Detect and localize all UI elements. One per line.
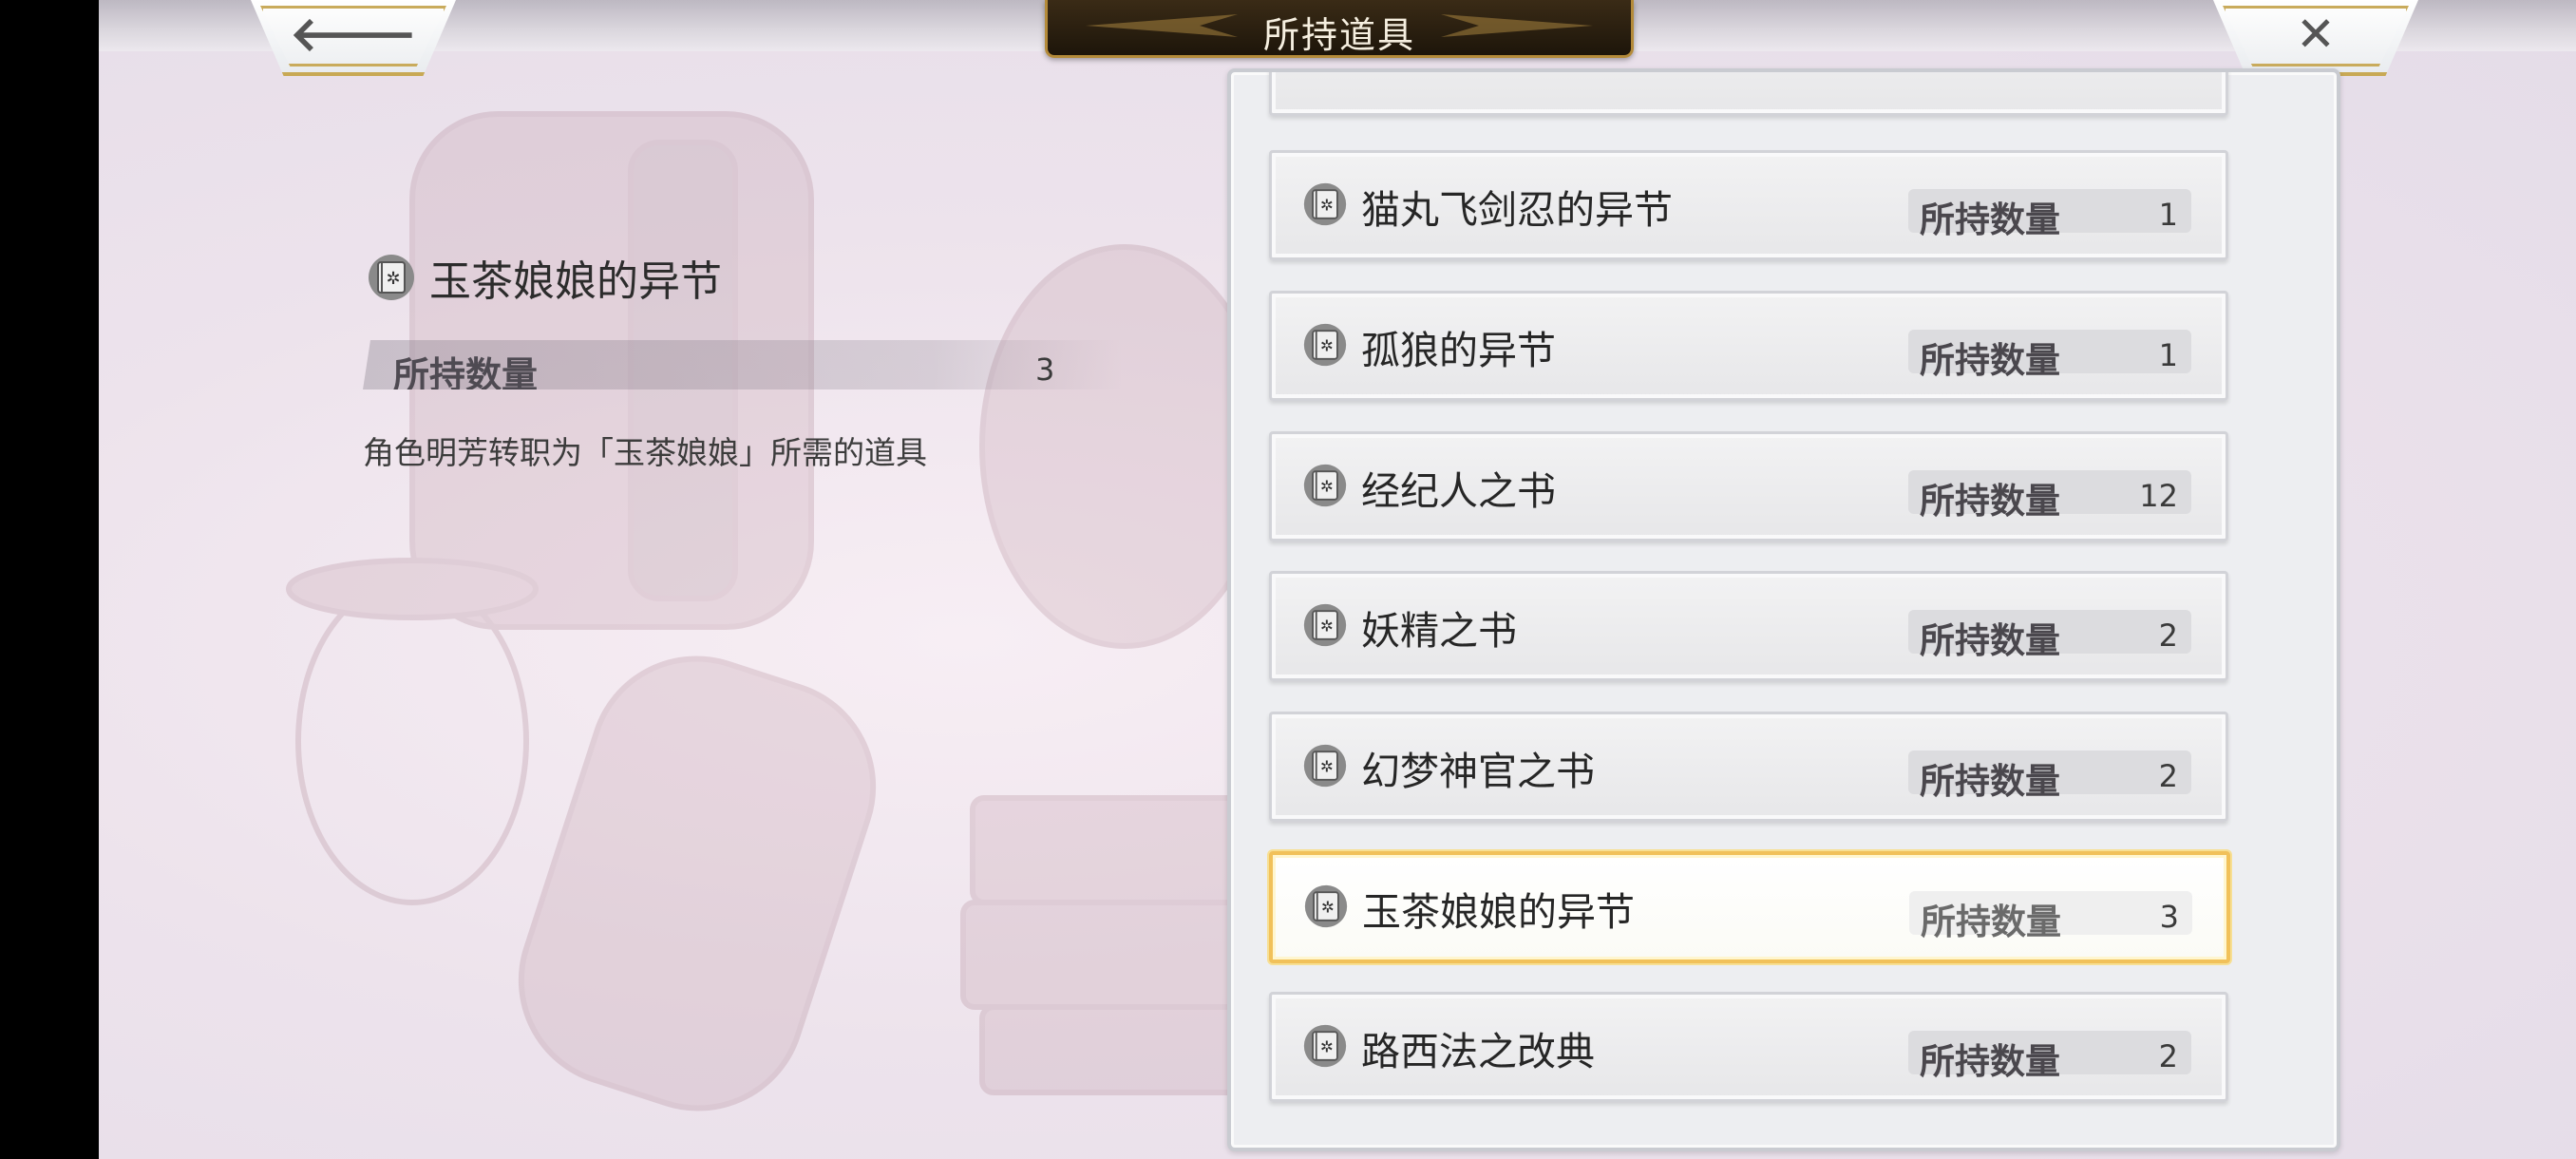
item-name: 妖精之书	[1361, 608, 1517, 654]
back-button[interactable]: 🡐	[251, 0, 456, 76]
list-item[interactable]: ✲ 猫丸飞剑忍的异节 所持数量 1	[1269, 150, 2228, 260]
close-x-icon: ✕	[2296, 7, 2336, 62]
title-plate: 所持道具	[1045, 0, 1634, 58]
list-item-selected[interactable]: ✲ 玉茶娘娘的异节 所持数量 3	[1269, 851, 2230, 963]
quantity-label: 所持数量	[1920, 761, 2060, 802]
book-icon: ✲	[367, 253, 416, 306]
detail-title: 玉茶娘娘的异节	[429, 257, 722, 306]
quantity-value: 3	[2159, 899, 2179, 935]
svg-text:✲: ✲	[1320, 757, 1334, 775]
svg-text:✲: ✲	[1320, 1037, 1334, 1055]
detail-description: 角色明芳转职为「玉茶娘娘」所需的道具	[363, 434, 927, 471]
item-name: 路西法之改典	[1361, 1029, 1595, 1074]
svg-text:✲: ✲	[1320, 477, 1334, 495]
quantity-box: 所持数量 1	[1908, 330, 2191, 381]
item-list-panel[interactable]: ✲ 猫丸飞剑忍的异节 所持数量 1 ✲ 孤狼的异节 所持数量 1 ✲ 经纪人之书	[1227, 68, 2340, 1151]
book-icon: ✲	[1302, 322, 1348, 371]
list-item[interactable]: ✲ 幻梦神官之书 所持数量 2	[1269, 712, 2228, 822]
book-icon: ✲	[1302, 602, 1348, 652]
detail-quantity-value: 3	[1035, 352, 1055, 388]
list-item[interactable]: ✲ 路西法之改典 所持数量 2	[1269, 992, 2228, 1102]
quantity-box: 所持数量 3	[1909, 891, 2192, 942]
book-icon: ✲	[1303, 884, 1349, 933]
close-button[interactable]: ✕	[2213, 0, 2418, 76]
svg-text:✲: ✲	[1320, 336, 1334, 354]
item-name: 猫丸飞剑忍的异节	[1361, 187, 1673, 233]
book-icon: ✲	[1302, 1023, 1348, 1073]
page-title: 所持道具	[1262, 14, 1415, 56]
item-list: ✲ 猫丸飞剑忍的异节 所持数量 1 ✲ 孤狼的异节 所持数量 1 ✲ 经纪人之书	[1231, 72, 2337, 1148]
detail-quantity-bar: 所持数量 3	[363, 340, 1123, 390]
svg-text:✲: ✲	[1320, 617, 1334, 635]
book-icon: ✲	[1302, 463, 1348, 512]
quantity-label: 所持数量	[1920, 1041, 2060, 1082]
quantity-label: 所持数量	[1920, 340, 2060, 381]
quantity-value: 1	[2158, 197, 2178, 233]
svg-text:✲: ✲	[1321, 898, 1335, 916]
item-name: 玉茶娘娘的异节	[1362, 889, 1635, 935]
quantity-box: 所持数量 1	[1908, 189, 2191, 240]
quantity-box: 所持数量 2	[1908, 1031, 2191, 1082]
list-item-partial[interactable]	[1269, 72, 2228, 116]
quantity-label: 所持数量	[1921, 902, 2061, 942]
quantity-box: 所持数量 12	[1908, 470, 2191, 522]
quantity-value: 1	[2158, 337, 2178, 373]
book-icon: ✲	[1302, 181, 1348, 231]
quantity-box: 所持数量 2	[1908, 750, 2191, 802]
arrow-left-icon: 🡐	[289, 7, 418, 62]
list-item[interactable]: ✲ 经纪人之书 所持数量 12	[1269, 431, 2228, 542]
quantity-label: 所持数量	[1920, 481, 2060, 522]
quantity-value: 2	[2158, 618, 2178, 654]
item-inventory-screen: 🡐 ✕ 所持道具 ✲ 玉茶娘娘的异节 所持数量 3 角色明芳转职为「玉茶娘娘」所…	[99, 0, 2576, 1159]
quantity-value: 12	[2139, 478, 2178, 514]
list-item[interactable]: ✲ 孤狼的异节 所持数量 1	[1269, 291, 2228, 401]
list-item[interactable]: ✲ 妖精之书 所持数量 2	[1269, 571, 2228, 681]
item-name: 幻梦神官之书	[1361, 749, 1595, 794]
item-name: 经纪人之书	[1361, 468, 1556, 514]
svg-text:✲: ✲	[1320, 196, 1334, 214]
quantity-value: 2	[2158, 758, 2178, 794]
quantity-value: 2	[2158, 1038, 2178, 1074]
book-icon: ✲	[1302, 743, 1348, 792]
item-name: 孤狼的异节	[1361, 328, 1556, 373]
quantity-box: 所持数量 2	[1908, 610, 2191, 661]
quantity-label: 所持数量	[1920, 620, 2060, 661]
quantity-label: 所持数量	[1920, 200, 2060, 240]
svg-text:✲: ✲	[386, 269, 400, 289]
